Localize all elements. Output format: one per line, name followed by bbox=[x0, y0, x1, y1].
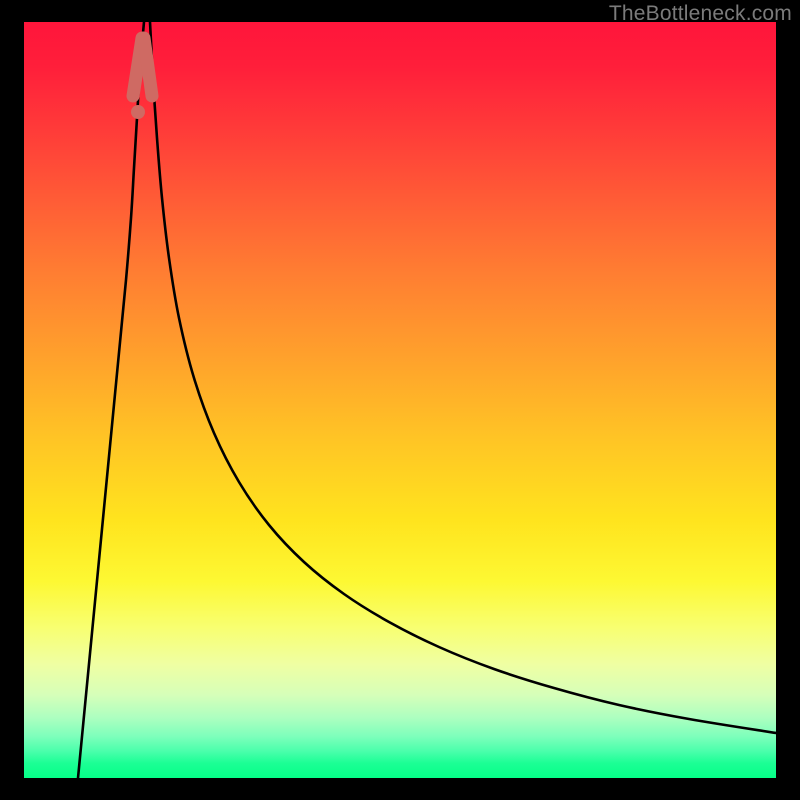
plot-area bbox=[24, 22, 776, 778]
chart-frame: TheBottleneck.com bbox=[0, 0, 800, 800]
bottleneck-curve bbox=[78, 22, 776, 778]
chart-svg bbox=[24, 22, 776, 778]
v-marker bbox=[131, 38, 152, 119]
watermark-text: TheBottleneck.com bbox=[609, 2, 792, 26]
